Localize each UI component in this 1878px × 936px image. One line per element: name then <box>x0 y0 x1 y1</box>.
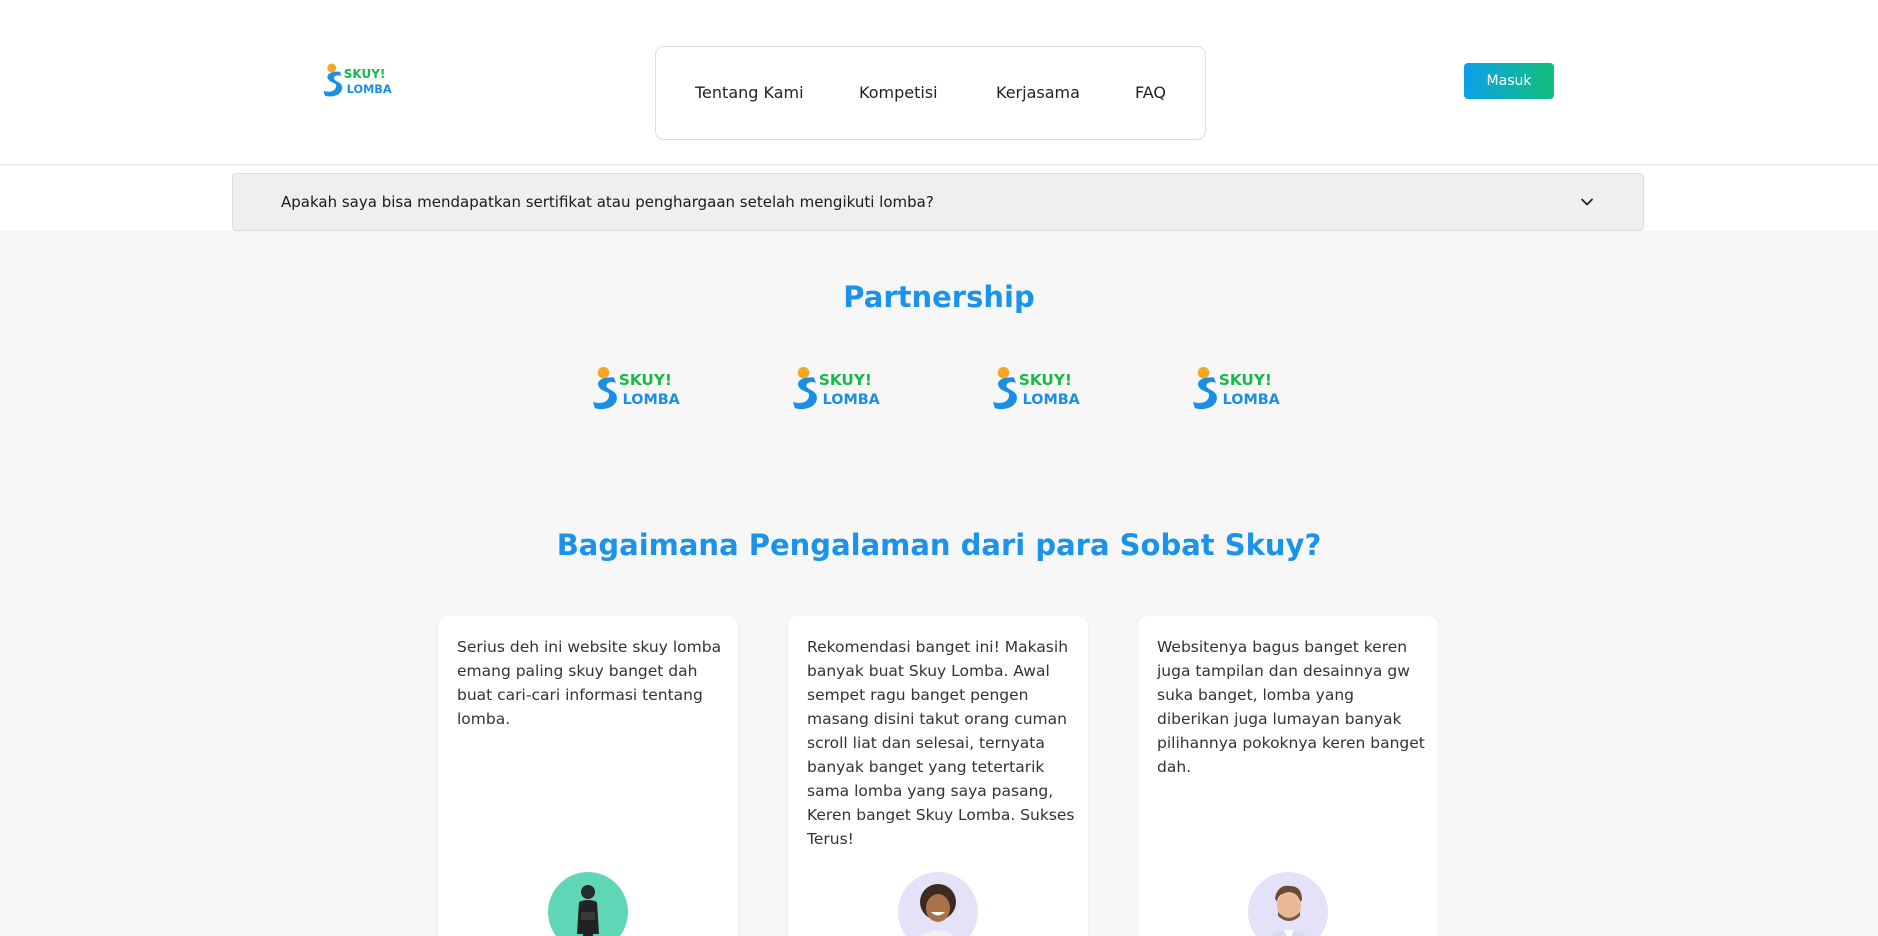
svg-text:LOMBA: LOMBA <box>1023 392 1081 408</box>
testimonial-text: Rekomendasi banget ini! Makasih banyak b… <box>807 638 1075 848</box>
testimonial-card: Websitenya bagus banget keren juga tampi… <box>1138 616 1438 936</box>
nav-kerjasama[interactable]: Kerjasama <box>996 83 1080 102</box>
faq-question: Apakah saya bisa mendapatkan sertifikat … <box>281 193 934 211</box>
login-button[interactable]: Masuk <box>1464 63 1554 99</box>
testimonial-text: Websitenya bagus banget keren juga tampi… <box>1157 638 1425 776</box>
avatar <box>898 872 978 936</box>
svg-text:SKUY!: SKUY! <box>819 371 872 389</box>
svg-text:SKUY!: SKUY! <box>1219 371 1272 389</box>
partner-logo: SKUY! LOMBA <box>789 366 885 410</box>
testimonials-title: Bagaimana Pengalaman dari para Sobat Sku… <box>556 528 1322 562</box>
partner-logo: SKUY! LOMBA <box>1189 366 1285 410</box>
avatar <box>548 872 628 936</box>
chevron-down-icon[interactable] <box>1579 194 1595 210</box>
svg-text:LOMBA: LOMBA <box>823 392 881 408</box>
site-header: SKUY! LOMBA Tentang Kami Kompetisi Kerja… <box>0 0 1878 165</box>
main-nav: Tentang Kami Kompetisi Kerjasama FAQ <box>655 46 1206 140</box>
nav-kompetisi[interactable]: Kompetisi <box>859 83 938 102</box>
testimonial-card: Rekomendasi banget ini! Makasih banyak b… <box>788 616 1088 936</box>
faq-accordion-item[interactable]: Apakah saya bisa mendapatkan sertifikat … <box>232 173 1644 231</box>
svg-text:SKUY!: SKUY! <box>619 371 672 389</box>
testimonial-card: Serius deh ini website skuy lomba emang … <box>438 616 738 936</box>
nav-faq[interactable]: FAQ <box>1135 83 1166 102</box>
logo-line1: SKUY! <box>344 67 386 81</box>
partnership-title: Partnership <box>843 280 1035 314</box>
nav-tentang-kami[interactable]: Tentang Kami <box>695 83 804 102</box>
testimonial-text: Serius deh ini website skuy lomba emang … <box>457 638 722 728</box>
svg-text:LOMBA: LOMBA <box>1223 392 1281 408</box>
avatar <box>1248 872 1328 936</box>
partner-logo: SKUY! LOMBA <box>989 366 1085 410</box>
partner-logo: SKUY! LOMBA <box>589 366 685 410</box>
svg-text:SKUY!: SKUY! <box>1019 371 1072 389</box>
logo-line2: LOMBA <box>347 83 392 96</box>
skuy-lomba-logo[interactable]: SKUY! LOMBA <box>322 62 394 98</box>
logo-mark-icon: SKUY! LOMBA <box>323 63 392 97</box>
svg-text:LOMBA: LOMBA <box>623 392 681 408</box>
